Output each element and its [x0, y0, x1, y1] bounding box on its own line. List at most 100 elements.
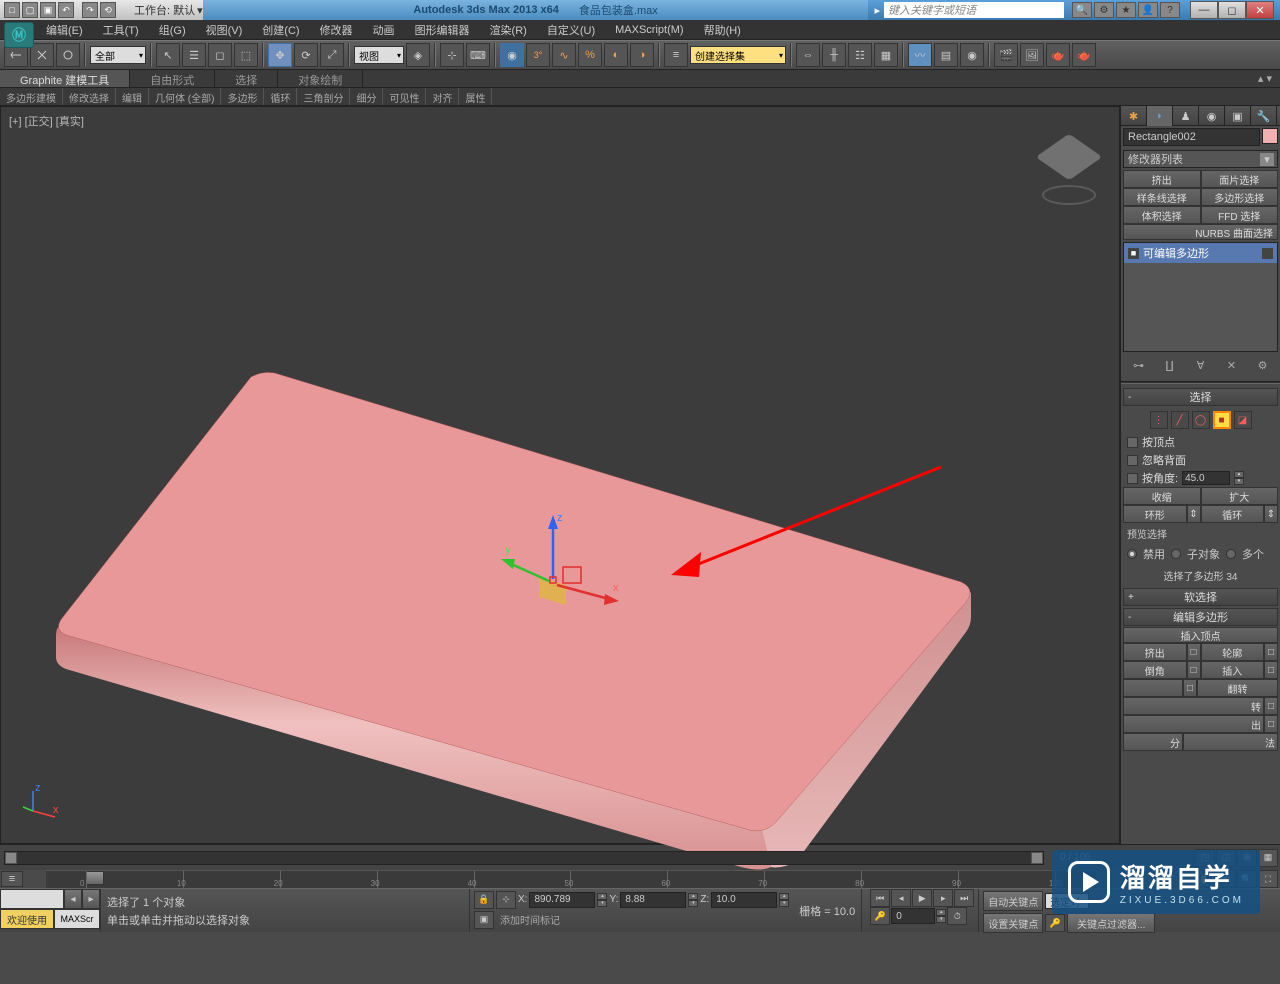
search-input[interactable]: 键入关键字或短语: [884, 2, 1064, 18]
insert-vertex-button[interactable]: 插入顶点: [1123, 627, 1278, 643]
keyboard-button[interactable]: ⌨: [466, 43, 490, 67]
ring-button[interactable]: 环形: [1123, 505, 1187, 523]
ribbon-sub-poly[interactable]: 多边形: [221, 88, 264, 105]
show-result-icon[interactable]: ∐: [1161, 356, 1179, 374]
filter-dropdown[interactable]: 全部: [90, 46, 146, 64]
y-coord-field[interactable]: 8.88: [620, 892, 686, 908]
radio-disable[interactable]: [1127, 549, 1137, 559]
lock-selection-icon[interactable]: 🔒: [474, 891, 494, 909]
menu-maxscript[interactable]: MAXScript(M): [607, 22, 691, 38]
ribbon-tab-selection[interactable]: 选择: [215, 70, 278, 87]
vertex-mode-icon[interactable]: ⋮: [1150, 411, 1168, 429]
select-button[interactable]: ↖: [156, 43, 180, 67]
mirror-button[interactable]: ⇔: [796, 43, 820, 67]
x-coord-field[interactable]: 890.789: [529, 892, 595, 908]
pivot-button[interactable]: ◈: [406, 43, 430, 67]
workspace-label[interactable]: 工作台: 默认: [134, 2, 195, 18]
ring-spin[interactable]: ⇕: [1187, 505, 1201, 523]
make-unique-icon[interactable]: ∀: [1192, 356, 1210, 374]
stack-editable-poly[interactable]: ■ 可编辑多边形: [1124, 243, 1277, 263]
key-icon[interactable]: 🔑: [1045, 914, 1065, 932]
modify-tab-icon[interactable]: ◗: [1147, 106, 1173, 126]
viewcube[interactable]: [1039, 137, 1099, 217]
welcome-button[interactable]: 欢迎使用: [0, 909, 54, 929]
menu-animation[interactable]: 动画: [365, 20, 403, 40]
set-key-button[interactable]: 设置关键点: [983, 913, 1043, 933]
bridge-settings[interactable]: □: [1183, 679, 1197, 697]
bind-button[interactable]: [56, 43, 80, 67]
pin-stack-icon[interactable]: ⊶: [1130, 356, 1148, 374]
rotate-button[interactable]: ⟳: [294, 43, 318, 67]
render-setup-button[interactable]: 🎬: [994, 43, 1018, 67]
create-tab-icon[interactable]: ✱: [1121, 106, 1147, 126]
undo-icon[interactable]: ↶: [58, 2, 74, 18]
user-icon[interactable]: 👤: [1138, 2, 1158, 18]
retri-button[interactable]: 法: [1183, 733, 1278, 751]
minimize-button[interactable]: —: [1190, 1, 1218, 19]
extrude-settings[interactable]: □: [1187, 643, 1201, 661]
help-icon[interactable]: 🔍: [1072, 2, 1092, 18]
curve-editor-button[interactable]: 〰: [908, 43, 932, 67]
rollup-soft-selection[interactable]: +软选择: [1123, 588, 1278, 606]
ribbon-tab-freeform[interactable]: 自由形式: [130, 70, 215, 87]
current-frame-field[interactable]: 0: [891, 908, 935, 924]
menu-modifiers[interactable]: 修改器: [312, 20, 361, 40]
render-frame-button[interactable]: 🖼: [1020, 43, 1044, 67]
preset-spline-select[interactable]: 样条线选择: [1123, 188, 1201, 206]
menu-tools[interactable]: 工具(T): [95, 20, 147, 40]
auto-key-button[interactable]: 自动关键点: [983, 891, 1043, 911]
rollup-edit-poly[interactable]: -编辑多边形: [1123, 608, 1278, 626]
prev-empty[interactable]: ◂: [64, 889, 82, 909]
by-vertex-checkbox[interactable]: [1127, 437, 1138, 448]
fav-icon[interactable]: ★: [1116, 2, 1136, 18]
redo-icon[interactable]: ↷: [82, 2, 98, 18]
next-empty[interactable]: ▸: [82, 889, 100, 909]
insert-settings[interactable]: □: [1264, 661, 1278, 679]
ribbon-sub-subdiv[interactable]: 细分: [350, 88, 383, 105]
move-gizmo[interactable]: z y x: [491, 507, 611, 607]
loop-button[interactable]: 循环: [1201, 505, 1265, 523]
preset-vol-select[interactable]: 体积选择: [1123, 206, 1201, 224]
display-tab-icon[interactable]: ▣: [1225, 106, 1251, 126]
time-config-icon[interactable]: ⏱: [947, 907, 967, 925]
goto-start-icon[interactable]: ⏮: [870, 889, 890, 907]
modifier-list-dropdown[interactable]: 修改器列表: [1123, 150, 1278, 168]
hinge-settings[interactable]: □: [1264, 697, 1278, 715]
angle-snap[interactable]: 3°: [526, 43, 550, 67]
border-mode-icon[interactable]: ◯: [1192, 411, 1210, 429]
extrude-button[interactable]: 挤出: [1123, 643, 1187, 661]
viewport-label[interactable]: [+] [正交] [真实]: [9, 113, 84, 129]
bevel-button[interactable]: 倒角: [1123, 661, 1187, 679]
polygon-mode-icon[interactable]: ■: [1213, 411, 1231, 429]
app-logo-icon[interactable]: Ⓜ: [4, 22, 34, 48]
layer-mgr-button[interactable]: ▦: [874, 43, 898, 67]
menu-create[interactable]: 创建(C): [254, 20, 307, 40]
ribbon-sub-align[interactable]: 对齐: [426, 88, 459, 105]
manip-button[interactable]: ⊹: [440, 43, 464, 67]
object-name-field[interactable]: Rectangle002: [1123, 128, 1260, 146]
next-frame-icon[interactable]: ▸: [933, 889, 953, 907]
scale-button[interactable]: ⤢: [320, 43, 344, 67]
named-sel-button[interactable]: ≡: [664, 43, 688, 67]
timeline-scrollbar[interactable]: [4, 851, 1044, 865]
percent-snap[interactable]: ∿: [552, 43, 576, 67]
key-mode-icon[interactable]: 🔑: [870, 907, 890, 925]
preset-ffd-select[interactable]: FFD 选择: [1201, 206, 1279, 224]
timeline-cfg-icon-1[interactable]: ≡: [1, 871, 23, 887]
outline-button[interactable]: 轮廓: [1201, 643, 1265, 661]
remove-mod-icon[interactable]: ✕: [1223, 356, 1241, 374]
motion-tab-icon[interactable]: ◉: [1199, 106, 1225, 126]
render-button[interactable]: 🫖: [1046, 43, 1070, 67]
ribbon-sub-geom[interactable]: 几何体 (全部): [149, 88, 221, 105]
ribbon-sub-loop[interactable]: 循环: [264, 88, 297, 105]
radio-subobj[interactable]: [1171, 549, 1181, 559]
spinner-snap[interactable]: %: [578, 43, 602, 67]
grow-button[interactable]: 扩大: [1201, 487, 1279, 505]
snap5[interactable]: ◑: [630, 43, 654, 67]
preset-extrude[interactable]: 挤出: [1123, 170, 1201, 188]
menu-edit[interactable]: 编辑(E): [38, 20, 91, 40]
by-angle-checkbox[interactable]: [1127, 473, 1138, 484]
angle-down[interactable]: ▾: [1234, 478, 1244, 485]
radio-multi[interactable]: [1226, 549, 1236, 559]
select-name-button[interactable]: ☰: [182, 43, 206, 67]
